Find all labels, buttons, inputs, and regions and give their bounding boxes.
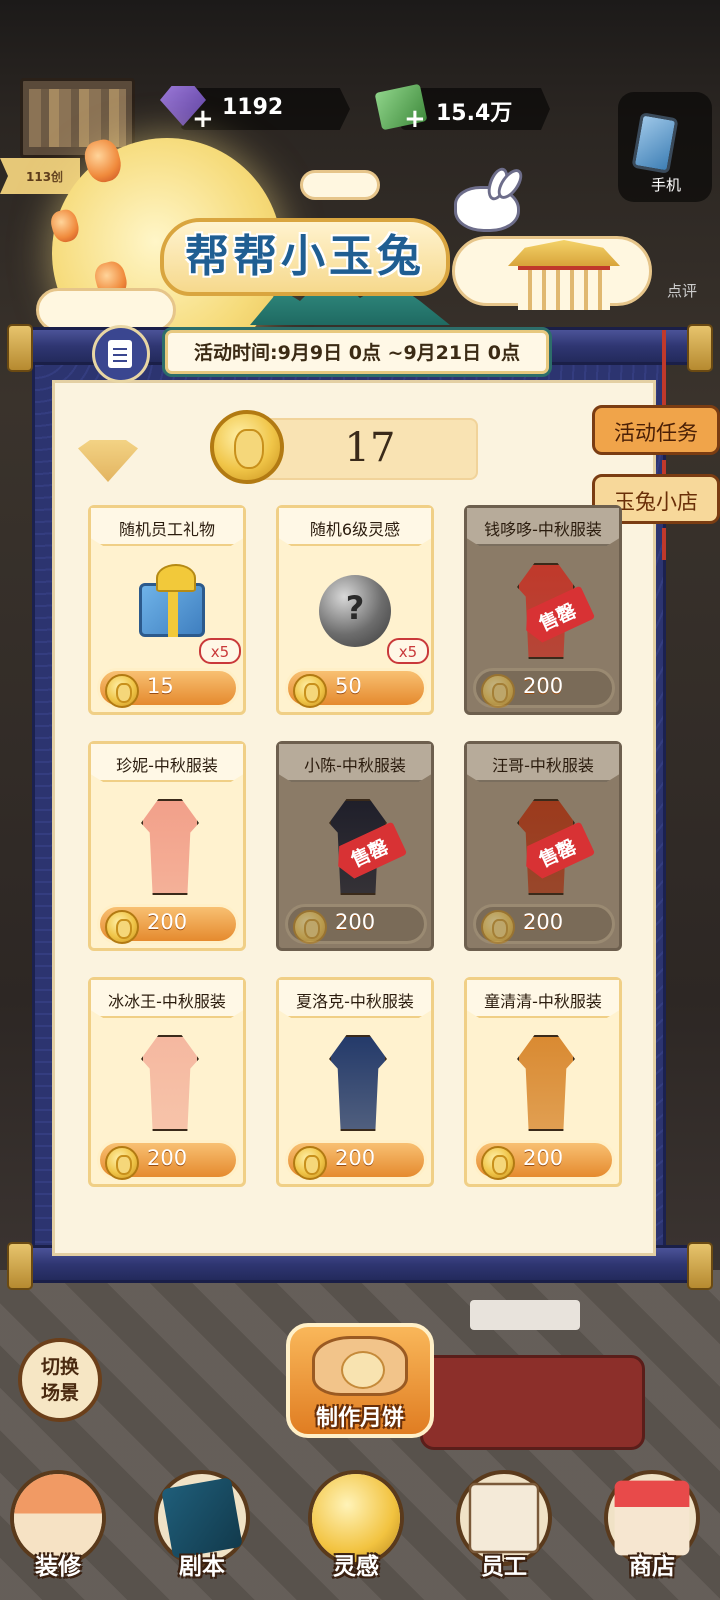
item-name: 童清清-中秋服装 [484, 992, 602, 1011]
make-mooncake-label: 制作月饼 [315, 1406, 404, 1431]
shop-item-card[interactable]: 汪哥-中秋服装 售罄 200 [464, 741, 622, 951]
shop-item-card[interactable]: 夏洛克-中秋服装 200 [276, 977, 434, 1187]
mooncake-mold-icon [312, 1336, 408, 1396]
item-name: 冰冰王-中秋服装 [108, 992, 226, 1011]
item-name: 随机员工礼物 [118, 520, 215, 539]
nav-label: 员工 [481, 1554, 527, 1580]
nav-label: 商店 [629, 1554, 675, 1580]
shop-icon [614, 1480, 690, 1556]
jade-rabbit-icon [454, 186, 520, 232]
table-decoration [470, 1300, 580, 1330]
item-name: 随机6级灵感 [309, 520, 401, 539]
phone-label: 手机 [650, 176, 681, 194]
rabbit-coin-icon [293, 674, 327, 708]
item-price: 200 [335, 1146, 376, 1170]
nav-label: 剧本 [179, 1554, 225, 1580]
cloud-decoration [36, 288, 176, 332]
gem-count: 1192 [222, 95, 284, 120]
item-price: 200 [523, 1146, 564, 1170]
item-name: 小陈-中秋服装 [304, 756, 406, 775]
shop-item-card[interactable]: 童清清-中秋服装 200 [464, 977, 622, 1187]
bookshelf-decoration [20, 78, 135, 158]
rabbit-coin-icon [293, 1146, 327, 1180]
item-price: 200 [523, 674, 564, 698]
item-name: 汪哥-中秋服装 [492, 756, 594, 775]
item-price: 200 [335, 910, 376, 934]
robe-icon [111, 789, 229, 897]
cash-count: 15.4万 [436, 101, 513, 126]
item-price: 50 [335, 674, 362, 698]
event-time-text: 活动时间:9月9日 0点 ~9月21日 0点 [194, 342, 520, 364]
review-label[interactable]: 点评 [652, 280, 712, 301]
add-cash-icon[interactable]: + [404, 104, 426, 134]
tab-event-tasks[interactable]: 活动任务 [592, 405, 720, 455]
rabbit-coin-icon [481, 910, 515, 944]
shop-item-card[interactable]: 随机员工礼物 x5 15 [88, 505, 246, 715]
item-price: 200 [523, 910, 564, 934]
cloud-decoration [300, 170, 380, 200]
robe-icon [487, 1025, 605, 1133]
item-price: 15 [147, 674, 174, 698]
document-icon [108, 340, 132, 368]
pavilion-decoration [508, 240, 620, 310]
shop-item-card[interactable]: 随机6级灵感? x5 50 [276, 505, 434, 715]
item-price: 200 [147, 910, 188, 934]
add-gems-icon[interactable]: + [192, 104, 214, 134]
rabbit-coin-icon [481, 674, 515, 708]
rope-decoration [662, 528, 666, 560]
rabbit-coin-icon [210, 410, 284, 484]
item-quantity-badge: x5 [387, 638, 429, 664]
rabbit-coin-icon [105, 674, 139, 708]
item-name: 珍妮-中秋服装 [116, 756, 218, 775]
shop-item-card[interactable]: 钱哆哆-中秋服装 售罄 200 [464, 505, 622, 715]
item-quantity-badge: x5 [199, 638, 241, 664]
rabbit-coin-icon [481, 1146, 515, 1180]
item-name: 夏洛克-中秋服装 [296, 992, 414, 1011]
rabbit-coin-icon [293, 910, 327, 944]
shop-item-card[interactable]: 冰冰王-中秋服装 200 [88, 977, 246, 1187]
robe-icon [111, 1025, 229, 1133]
rope-decoration [662, 460, 666, 475]
item-price: 200 [147, 1146, 188, 1170]
coin-balance: 17 [344, 425, 396, 471]
rabbit-coin-icon [105, 910, 139, 944]
staff-badge-icon [468, 1482, 540, 1554]
event-title: 帮帮小玉兔 [185, 231, 425, 282]
item-name: 钱哆哆-中秋服装 [484, 520, 602, 539]
shop-item-card[interactable]: 小陈-中秋服装 售罄 200 [276, 741, 434, 951]
sofa-decoration [420, 1355, 645, 1450]
shop-item-card[interactable]: 珍妮-中秋服装 200 [88, 741, 246, 951]
rabbit-coin-icon [105, 1146, 139, 1180]
nav-label: 灵感 [333, 1554, 379, 1580]
level-tag[interactable]: 113创 [0, 158, 80, 194]
nav-label: 装修 [35, 1554, 81, 1580]
switch-scene-button[interactable]: 切换 场景 [18, 1338, 102, 1422]
robe-icon [299, 1025, 417, 1133]
